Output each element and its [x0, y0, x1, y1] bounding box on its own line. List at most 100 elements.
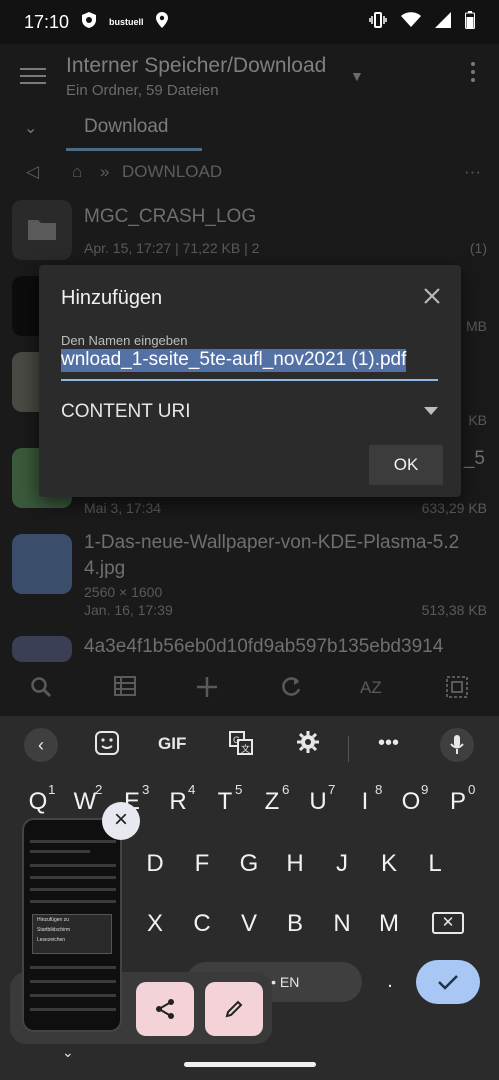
screenshot-thumbnail[interactable]: Hinzufügen zu Startbildschirm Lesezeiche… [22, 818, 122, 1032]
file-date: Mai 3, 17:34 [84, 500, 162, 516]
key-hint-6: 6 [282, 782, 290, 797]
settings-gear-icon[interactable] [296, 730, 320, 759]
microphone-icon[interactable] [440, 728, 474, 762]
sort-button[interactable]: AZ [360, 678, 382, 698]
chevron-down-icon[interactable]: ▼ [350, 68, 364, 84]
ok-button[interactable]: OK [369, 445, 443, 485]
folder-icon [12, 200, 72, 260]
file-name: 1-Das-neue-Wallpaper-von-KDE-Plasma-5.2 [84, 532, 460, 553]
tab-download[interactable]: Download [84, 116, 169, 138]
breadcrumb-more-icon[interactable]: ··· [464, 162, 481, 182]
file-name: _5 [463, 448, 485, 469]
list-item[interactable]: 4a3e4f1b56eb0d10fd9ab597b135ebd3914 [0, 632, 499, 662]
key-c[interactable]: C [182, 910, 222, 938]
key-hint-5: 5 [235, 782, 243, 797]
list-item[interactable]: MGC_CRASH_LOG Apr. 15, 17:27 | 71,22 KB … [0, 196, 499, 268]
enter-key[interactable] [416, 960, 480, 1004]
key-x[interactable]: X [135, 910, 175, 938]
file-meta: Apr. 15, 17:27 | 71,22 KB | 2 [84, 240, 260, 256]
path-title[interactable]: Interner Speicher/Download [66, 54, 326, 78]
key-n[interactable]: N [322, 910, 362, 938]
status-bar: 17:10 bustuell [0, 0, 499, 44]
gesture-nav-handle[interactable] [184, 1062, 316, 1067]
breadcrumb-folder[interactable]: DOWNLOAD [122, 162, 222, 182]
key-f[interactable]: F [182, 850, 222, 878]
expand-chevron-icon[interactable]: ⌄ [24, 118, 37, 138]
dialog-title: Hinzufügen [61, 287, 163, 309]
svg-text:文: 文 [241, 743, 250, 754]
mini-line [30, 888, 116, 891]
name-input-value: wnload_1-seite_5te-aufl_nov2021 (1).pdf [61, 349, 407, 372]
mini-popup-item: Lesezeichen [37, 937, 66, 943]
mini-line [30, 994, 116, 997]
toolbar-divider [348, 736, 349, 762]
key-d[interactable]: D [135, 850, 175, 878]
key-m[interactable]: M [369, 910, 409, 938]
file-count: (1) [469, 240, 487, 256]
mini-line [30, 850, 90, 853]
breadcrumb: ◁ ⌂ » DOWNLOAD ··· [0, 152, 499, 192]
collapse-toolbar-icon[interactable]: ‹ [24, 728, 58, 762]
svg-text:G: G [233, 735, 240, 745]
home-icon[interactable]: ⌂ [72, 162, 82, 182]
file-name: 4a3e4f1b56eb0d10fd9ab597b135ebd3914 [84, 636, 444, 657]
name-field-label: Den Namen eingeben [61, 333, 188, 348]
more-icon[interactable]: ••• [378, 732, 399, 755]
backspace-key[interactable]: ✕ [432, 912, 464, 934]
select-all-icon[interactable] [446, 676, 468, 704]
key-j[interactable]: J [322, 850, 362, 878]
file-name-continued: 4.jpg [84, 558, 126, 579]
close-icon[interactable] [423, 285, 441, 311]
refresh-icon[interactable] [280, 676, 302, 704]
key-hint-7: 7 [328, 782, 336, 797]
key-hint-3: 3 [142, 782, 150, 797]
file-thumbnail [12, 534, 72, 594]
sticker-icon[interactable] [94, 730, 120, 761]
menu-icon[interactable] [20, 68, 46, 86]
gif-button[interactable]: GIF [158, 734, 186, 754]
key-l[interactable]: L [415, 850, 455, 878]
key-hint-1: 1 [48, 782, 56, 797]
translate-icon[interactable]: G文 [228, 730, 254, 761]
mini-line [30, 1008, 116, 1011]
key-k[interactable]: K [369, 850, 409, 878]
mini-popup-item: Hinzufügen zu [37, 917, 69, 923]
chevron-down-icon[interactable]: ⌄ [62, 1044, 74, 1061]
app-bar: Interner Speicher/Download ▼ Ein Ordner,… [0, 44, 499, 108]
file-size: KB [468, 412, 487, 428]
file-size: 513,38 KB [421, 602, 487, 618]
mini-popup-item: Startbildschirm [37, 927, 71, 933]
file-size: MB [466, 318, 487, 334]
key-hint-9: 9 [421, 782, 429, 797]
add-dialog: Hinzufügen Den Namen eingeben wnload_1-s… [39, 265, 461, 497]
search-icon[interactable] [30, 676, 52, 704]
shield-icon [81, 11, 97, 34]
file-date: Jan. 16, 17:39 [84, 602, 173, 618]
more-options-icon[interactable] [471, 62, 477, 86]
mini-line [30, 840, 116, 843]
key-h[interactable]: H [275, 850, 315, 878]
add-icon[interactable] [196, 676, 218, 704]
type-select[interactable]: CONTENT URI [61, 401, 438, 433]
clock: 17:10 [24, 11, 70, 32]
name-input[interactable]: wnload_1-seite_5te-aufl_nov2021 (1).pdf [61, 349, 438, 381]
key-hint-2: 2 [95, 782, 103, 797]
file-size: 633,29 KB [421, 500, 487, 516]
dismiss-preview-button[interactable]: × [102, 802, 140, 840]
type-select-value: CONTENT URI [61, 401, 191, 422]
back-arrow-icon[interactable]: ◁ [26, 162, 39, 182]
mini-line [30, 864, 116, 867]
mini-line [30, 966, 116, 969]
key-v[interactable]: V [229, 910, 269, 938]
share-button[interactable] [136, 982, 194, 1036]
edit-button[interactable] [205, 982, 263, 1036]
list-item[interactable]: 1-Das-neue-Wallpaper-von-KDE-Plasma-5.2 … [0, 528, 499, 632]
breadcrumb-separator: » [100, 162, 110, 181]
key-g[interactable]: G [229, 850, 269, 878]
period-key[interactable]: . [370, 970, 410, 993]
view-list-icon[interactable] [114, 676, 136, 702]
mini-line [30, 980, 116, 983]
bottom-toolbar: AZ [0, 664, 499, 716]
keyboard-toolbar: ‹ GIF G文 ••• [0, 724, 499, 768]
key-b[interactable]: B [275, 910, 315, 938]
